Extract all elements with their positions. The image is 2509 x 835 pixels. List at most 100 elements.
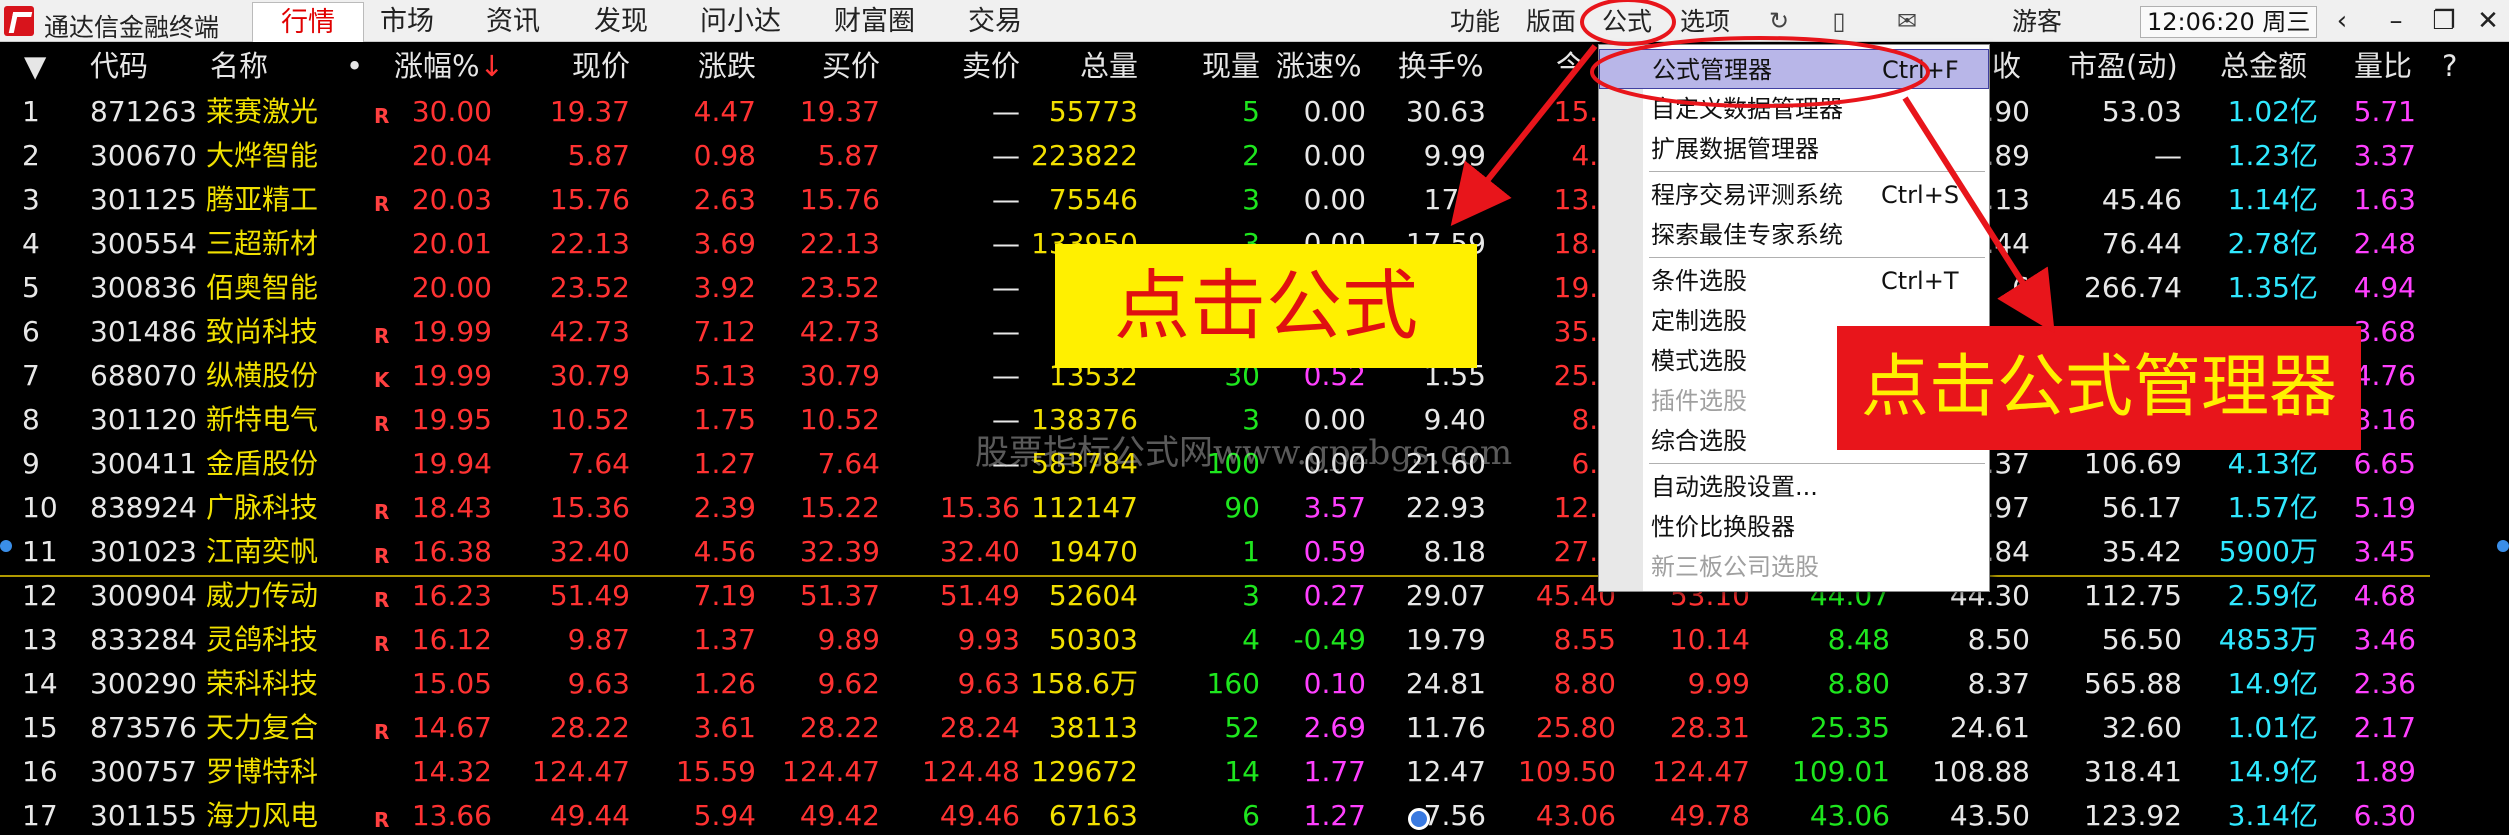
- mail-icon[interactable]: ✉: [1890, 6, 1924, 36]
- tab-news[interactable]: 资讯: [486, 4, 540, 40]
- menu-item-label: 探索最佳专家系统: [1651, 221, 1843, 249]
- col-name[interactable]: 名称: [210, 44, 268, 88]
- cell-high: 10.14: [1669, 623, 1750, 656]
- table-row[interactable]: 12 300904 威力传动 R 16.23 51.49 7.19 51.37 51.49 526…: [0, 574, 2509, 618]
- table-row[interactable]: 15 873576 天力复合 R 14.67 28.22 3.61 28.22 28.24 381…: [0, 706, 2509, 750]
- cell-chg: 4.56: [693, 535, 756, 568]
- minimize-icon[interactable]: –: [2374, 4, 2418, 38]
- cell-open: 8.80: [1553, 667, 1616, 700]
- refresh-icon[interactable]: ↻: [1762, 6, 1796, 36]
- tab-trade[interactable]: 交易: [968, 4, 1022, 40]
- cell-price: 30.79: [549, 359, 630, 392]
- table-row[interactable]: 14 300290 荣科科技 15.05 9.63 1.26 9.62 9.63 158.6万 1…: [0, 662, 2509, 706]
- cell-pct: 16.23: [411, 579, 492, 612]
- cell-price: 42.73: [549, 315, 630, 348]
- cell-vr: 5.19: [2353, 491, 2416, 524]
- cell-to: 12.47: [1405, 755, 1486, 788]
- col-bid[interactable]: 买价: [790, 44, 880, 88]
- chevron-left-icon[interactable]: ‹: [2320, 4, 2364, 38]
- table-row[interactable]: 11 301023 江南奕帆 R 16.38 32.40 4.56 32.39 32.40 194…: [0, 530, 2509, 574]
- cell-spd: 0.00: [1303, 139, 1366, 172]
- col-code[interactable]: 代码: [90, 44, 148, 88]
- cell-spd: 0.00: [1303, 183, 1366, 216]
- cell-pe: 123.92: [2084, 799, 2182, 832]
- cell-low: 109.01: [1792, 755, 1890, 788]
- menu-item-shortcut: Ctrl+S: [1881, 181, 1960, 209]
- menu-formula[interactable]: 公式: [1602, 4, 1652, 40]
- table-row[interactable]: 3 301125 腾亚精工 R 20.03 15.76 2.63 15.76 — 75546 3 0.…: [0, 178, 2509, 222]
- splitter-handle-left[interactable]: [0, 540, 12, 552]
- cell-price: 19.37: [549, 95, 630, 128]
- cell-bid: 124.47: [782, 755, 880, 788]
- col-open-partial[interactable]: 今: [1556, 44, 1585, 88]
- tab-quotes[interactable]: 行情: [252, 2, 364, 42]
- cell-code: 300757: [90, 755, 197, 788]
- sort-menu-icon[interactable]: ▼: [24, 44, 46, 88]
- menu-item-3[interactable]: 程序交易评测系统 Ctrl+S: [1599, 175, 1989, 215]
- cell-code: 300554: [90, 227, 197, 260]
- cell-code: 300290: [90, 667, 197, 700]
- phone-icon[interactable]: ▯: [1822, 6, 1856, 36]
- cell-name: 广脉科技: [206, 491, 319, 524]
- cell-vr: 3.46: [2353, 623, 2416, 656]
- tab-discover[interactable]: 发现: [594, 4, 648, 40]
- cell-open: 25.80: [1535, 711, 1616, 744]
- menu-item-5[interactable]: 条件选股 Ctrl+T: [1599, 261, 1989, 301]
- cell-chg: 7.19: [693, 579, 756, 612]
- menu-item-10[interactable]: 自动选股设置...: [1599, 467, 1989, 507]
- col-volume[interactable]: 总量: [1048, 44, 1138, 88]
- annotation-click-formula: 点击公式: [1055, 244, 1477, 368]
- menu-item-12[interactable]: 新三板公司选股: [1599, 547, 1989, 587]
- help-icon[interactable]: ?: [2442, 44, 2457, 88]
- table-row[interactable]: 2 300670 大烨智能 20.04 5.87 0.98 5.87 — 223822 2 0.00…: [0, 134, 2509, 178]
- cell-spd: 1.27: [1303, 799, 1366, 832]
- col-volume-ratio[interactable]: 量比: [2354, 44, 2412, 88]
- col-current-volume[interactable]: 现量: [1170, 44, 1260, 88]
- splitter-handle-right[interactable]: [2497, 540, 2509, 552]
- tab-wealth-circle[interactable]: 财富圈: [834, 4, 915, 40]
- cell-bid: 32.39: [799, 535, 880, 568]
- menu-item-2[interactable]: 扩展数据管理器: [1599, 129, 1989, 169]
- col-pe[interactable]: 市盈(动): [2068, 44, 2178, 88]
- table-row[interactable]: 13 833284 灵鸽科技 R 16.12 9.87 1.37 9.89 9.93 50303 4…: [0, 618, 2509, 662]
- restore-icon[interactable]: ❐: [2422, 4, 2466, 38]
- cell-high: 28.31: [1669, 711, 1750, 744]
- menu-layout[interactable]: 版面: [1526, 4, 1576, 40]
- cell-cur: 2: [1242, 139, 1260, 172]
- cell-cur: 5: [1242, 95, 1260, 128]
- user-label[interactable]: 游客: [2012, 4, 2062, 40]
- menu-item-11[interactable]: 性价比换股器: [1599, 507, 1989, 547]
- cell-pe: 56.50: [2101, 623, 2182, 656]
- menu-function[interactable]: 功能: [1450, 4, 1500, 40]
- col-ask[interactable]: 卖价: [930, 44, 1020, 88]
- col-amount[interactable]: 总金额: [2220, 44, 2307, 88]
- menu-item-1[interactable]: 自定义数据管理器: [1599, 89, 1989, 129]
- tab-ask[interactable]: 问小达: [700, 4, 781, 40]
- cell-tag: [374, 446, 398, 490]
- col-speed[interactable]: 涨速%: [1276, 44, 1362, 88]
- cell-chg: 2.39: [693, 491, 756, 524]
- col-turnover[interactable]: 换手%: [1398, 44, 1484, 88]
- col-pct-change[interactable]: 涨幅%↓: [394, 44, 504, 88]
- col-prev-close-partial[interactable]: 收: [1992, 44, 2021, 88]
- table-row[interactable]: 17 301155 海力风电 R 13.66 49.44 5.94 49.42 49.46 671…: [0, 794, 2509, 835]
- cell-code: 301023: [90, 535, 197, 568]
- menu-item-0[interactable]: 公式管理器 Ctrl+F: [1599, 49, 1989, 89]
- cell-vol: 38113: [1048, 711, 1138, 744]
- cell-bid: 49.42: [799, 799, 880, 832]
- table-row[interactable]: 10 838924 广脉科技 R 18.43 15.36 2.39 15.22 15.36 112…: [0, 486, 2509, 530]
- cell-name: 三超新材: [206, 227, 319, 260]
- table-row[interactable]: 16 300757 罗博特科 14.32 124.47 15.59 124.47 124.48…: [0, 750, 2509, 794]
- menu-separator: [1649, 463, 1985, 464]
- cell-tag: [374, 754, 398, 798]
- table-row[interactable]: 1 871263 莱赛激光 R 30.00 19.37 4.47 19.37 — 55773 5 0.…: [0, 90, 2509, 134]
- col-price[interactable]: 现价: [540, 44, 630, 88]
- cell-chg: 15.59: [675, 755, 756, 788]
- menu-item-4[interactable]: 探索最佳专家系统: [1599, 215, 1989, 255]
- menu-options[interactable]: 选项: [1680, 4, 1730, 40]
- cell-vol: 55773: [1048, 95, 1138, 128]
- col-change[interactable]: 涨跌: [666, 44, 756, 88]
- cell-spd: 0.10: [1303, 667, 1366, 700]
- tab-market[interactable]: 市场: [380, 4, 434, 40]
- close-icon[interactable]: ✕: [2466, 4, 2509, 38]
